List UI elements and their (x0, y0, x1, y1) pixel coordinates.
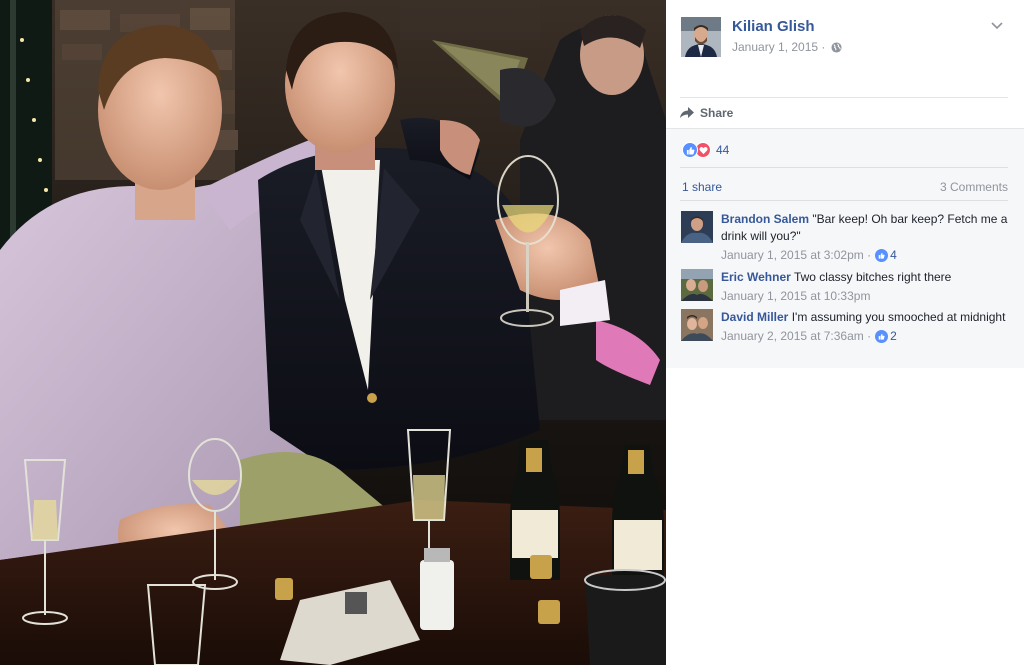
like-reaction-icon (682, 142, 698, 158)
comment-avatar[interactable] (681, 309, 713, 341)
comment-meta: January 1, 2015 at 3:02pm · 4 (721, 247, 897, 264)
comment-text: Two classy bitches right there (793, 270, 952, 284)
comment-meta: January 1, 2015 at 10:33pm (721, 288, 1011, 305)
reaction-count: 44 (716, 143, 730, 157)
reactions-summary[interactable]: 44 (682, 142, 729, 158)
comments-count-link[interactable]: 3 Comments (940, 180, 1008, 194)
comment-avatar[interactable] (681, 211, 713, 243)
share-arrow-icon (680, 107, 694, 118)
post-sidebar: Kilian Glish January 1, 2015 · Share 44 (666, 0, 1024, 665)
commenter-avatar-image (681, 269, 713, 301)
comment-like-count: 4 (890, 248, 897, 262)
party-photo-illustration (0, 0, 666, 665)
author-avatar[interactable] (681, 17, 721, 57)
comment-author[interactable]: Brandon Salem (721, 212, 809, 226)
share-button[interactable]: Share (680, 103, 733, 123)
comment-timestamp[interactable]: January 2, 2015 at 7:36am (721, 328, 864, 345)
post-date[interactable]: January 1, 2015 (732, 40, 818, 54)
comment-text: I'm assuming you smooched at midnight (791, 310, 1006, 324)
comment-avatar[interactable] (681, 269, 713, 301)
comment-body: Eric Wehner Two classy bitches right the… (721, 269, 1011, 305)
comments-divider (680, 200, 1008, 201)
share-label: Share (700, 106, 734, 120)
sidebar-empty-area (666, 368, 1024, 665)
comment-likes[interactable]: 4 (875, 247, 897, 264)
header-divider (680, 97, 1008, 98)
post-author-name[interactable]: Kilian Glish (732, 18, 815, 35)
post-photo[interactable] (0, 0, 666, 665)
commenter-avatar-image (681, 211, 713, 243)
comment-timestamp[interactable]: January 1, 2015 at 3:02pm (721, 247, 864, 264)
comment-like-count: 2 (890, 329, 897, 343)
comment-body: Brandon Salem "Bar keep! Oh bar keep? Fe… (721, 211, 1011, 264)
comment-author[interactable]: David Miller (721, 310, 788, 324)
shares-link[interactable]: 1 share (682, 180, 722, 194)
comment-body: David Miller I'm assuming you smooched a… (721, 309, 1011, 345)
comment-meta: January 2, 2015 at 7:36am · 2 (721, 328, 897, 345)
stats-divider (680, 167, 1008, 168)
author-avatar-image (681, 17, 721, 57)
like-icon (875, 330, 889, 343)
post-meta: January 1, 2015 · (732, 40, 842, 54)
meta-separator: · (818, 40, 829, 54)
comment-timestamp[interactable]: January 1, 2015 at 10:33pm (721, 288, 870, 305)
like-icon (875, 249, 889, 262)
post-header: Kilian Glish January 1, 2015 · (666, 0, 1024, 70)
globe-icon[interactable] (831, 42, 842, 53)
comment-likes[interactable]: 2 (875, 328, 897, 345)
feedback-area: 44 1 share 3 Comments Brandon Salem "Bar… (666, 128, 1024, 368)
comment-author[interactable]: Eric Wehner (721, 270, 791, 284)
chevron-down-icon[interactable] (990, 18, 1004, 32)
commenter-avatar-image (681, 309, 713, 341)
